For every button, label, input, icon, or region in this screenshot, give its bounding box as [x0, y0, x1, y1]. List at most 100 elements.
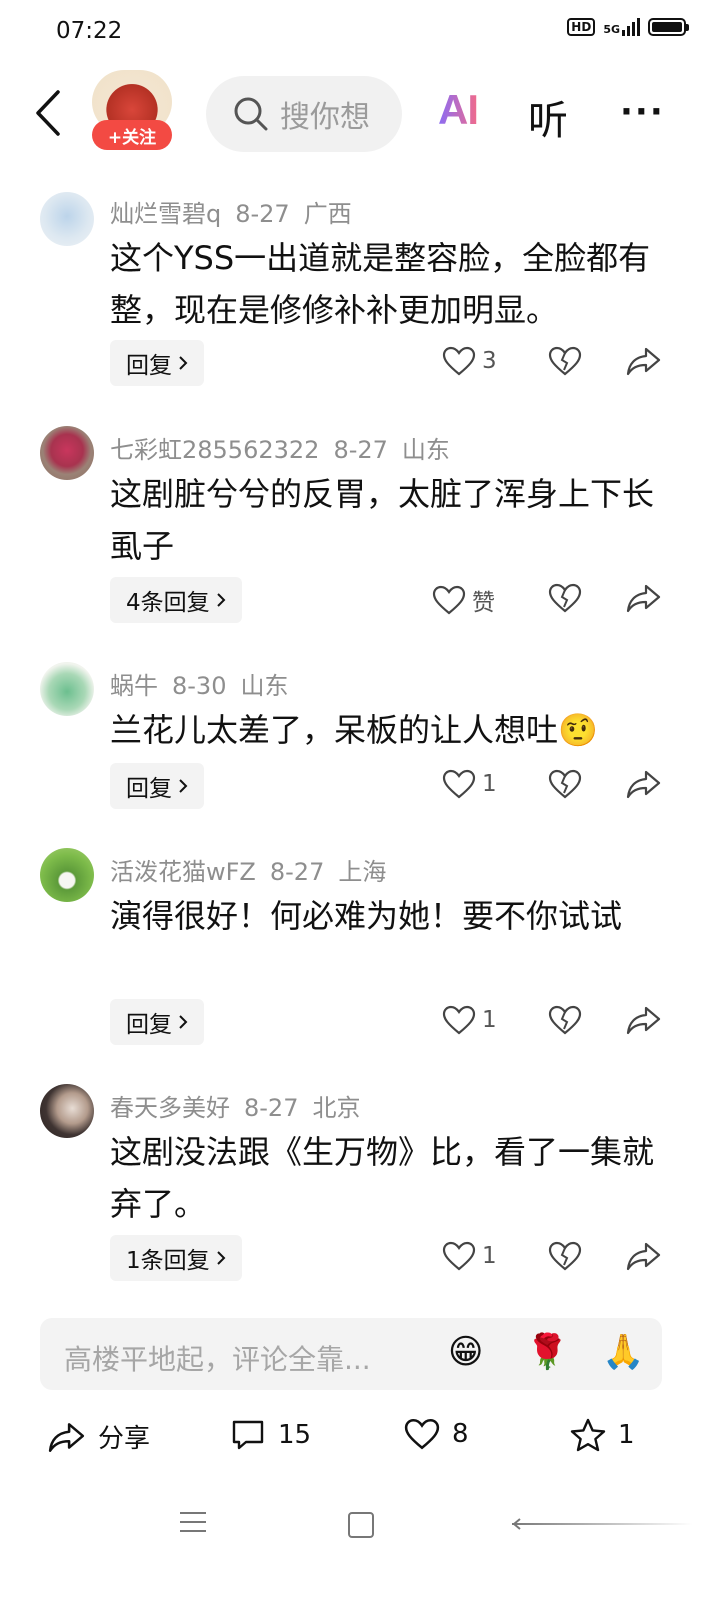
grin-emoji-button[interactable]: 😁 [448, 1332, 483, 1372]
comment-region: 北京 [312, 1094, 361, 1122]
status-time: 07:22 [56, 18, 123, 44]
username[interactable]: 春天多美好 [110, 1094, 230, 1122]
back-button[interactable] [34, 90, 64, 136]
comment-region: 上海 [338, 858, 387, 886]
comment-meta: 蜗牛 8-30 山东 [110, 666, 302, 701]
comment-region: 山东 [401, 436, 450, 464]
comment-meta: 活泼花猫wFZ 8-27 上海 [110, 852, 400, 887]
share-button[interactable] [626, 583, 662, 617]
avatar[interactable] [40, 192, 94, 246]
share-icon [626, 1006, 661, 1035]
search-box[interactable]: 搜你想 [206, 76, 402, 152]
avatar[interactable] [40, 662, 94, 716]
username[interactable]: 灿烂雪碧q [110, 200, 221, 228]
nav-home-button[interactable] [348, 1512, 374, 1538]
share-button[interactable] [626, 1005, 662, 1039]
heart-icon [442, 346, 476, 376]
comments-button[interactable]: 15 [230, 1418, 311, 1452]
reply-label: 4条回复 [126, 590, 210, 616]
listen-button[interactable]: 听 [528, 88, 568, 146]
hd-badge: HD [567, 18, 596, 36]
username[interactable]: 七彩虹285562322 [110, 436, 319, 464]
broken-heart-icon [548, 346, 582, 376]
comment-text: 这个YSS一出道就是整容脸，全脸都有整，现在是修修补补更加明显。 [110, 239, 651, 329]
star-icon [570, 1418, 606, 1452]
comment-date: 8-27 [244, 1094, 299, 1122]
comment-actions: 赞 [420, 577, 680, 623]
like-count: 赞 [472, 590, 495, 616]
heart-icon [442, 1005, 476, 1035]
share-icon [626, 1242, 661, 1271]
comment-icon [232, 1420, 264, 1450]
username[interactable]: 活泼花猫wFZ [110, 858, 256, 886]
like-button[interactable]: 赞 [432, 583, 495, 617]
comment-region: 山东 [240, 672, 289, 700]
chevron-right-icon [179, 779, 188, 793]
like-count: 1 [482, 1243, 497, 1269]
chevron-right-icon [216, 1251, 226, 1265]
dislike-button[interactable] [548, 346, 582, 380]
bottom-action-bar: 分享 15 8 1 [0, 1408, 720, 1468]
heart-icon [442, 769, 476, 799]
reply-button[interactable]: 4条回复 [110, 577, 242, 623]
share-button[interactable] [626, 769, 662, 803]
dislike-button[interactable] [548, 1241, 582, 1275]
chevron-right-icon [216, 593, 226, 607]
like-button[interactable]: 1 [442, 1005, 497, 1035]
comment-input-placeholder: 高楼平地起，评论全靠... [64, 1343, 371, 1376]
like-count: 1 [482, 1007, 497, 1033]
share-label: 分享 [98, 1424, 151, 1454]
chevron-right-icon [179, 356, 188, 370]
share-button[interactable] [626, 346, 662, 380]
search-placeholder: 搜你想 [280, 100, 370, 135]
favorite-button[interactable]: 1 [570, 1418, 635, 1452]
comment-date: 8-27 [333, 436, 388, 464]
ai-button[interactable]: AI [438, 86, 479, 134]
comment-meta: 七彩虹285562322 8-27 山东 [110, 430, 464, 465]
comment-region: 广西 [303, 200, 352, 228]
comments-count: 15 [278, 1420, 312, 1450]
reply-button[interactable]: 1条回复 [110, 1235, 242, 1281]
search-icon [234, 97, 268, 131]
dislike-button[interactable] [548, 769, 582, 803]
follow-button[interactable]: +关注 [92, 120, 172, 150]
status-icons: HD 5G [567, 18, 689, 36]
broken-heart-icon [548, 769, 582, 799]
comment-text: 这剧没法跟《生万物》比，看了一集就弃了。 [110, 1133, 655, 1223]
likes-count: 8 [452, 1419, 469, 1449]
avatar[interactable] [40, 426, 94, 480]
like-count: 3 [482, 348, 497, 374]
reply-button[interactable]: 回复 [110, 763, 204, 809]
comment-meta: 春天多美好 8-27 北京 [110, 1088, 374, 1123]
like-button[interactable]: 1 [442, 769, 497, 799]
share-icon [626, 584, 661, 613]
signal-icon: 5G [603, 18, 640, 36]
like-article-button[interactable]: 8 [404, 1418, 469, 1450]
broken-heart-icon [548, 583, 582, 613]
share-article-button[interactable]: 分享 [48, 1418, 150, 1455]
comment-text: 这剧脏兮兮的反胃，太脏了浑身上下长虱子 [110, 475, 655, 565]
reply-label: 回复 [126, 353, 172, 379]
avatar[interactable] [40, 848, 94, 902]
comment-meta: 灿烂雪碧q 8-27 广西 [110, 194, 366, 229]
reply-label: 回复 [126, 776, 172, 802]
nav-back-button[interactable] [512, 1518, 692, 1530]
comment-input[interactable]: 高楼平地起，评论全靠... 😁 🌹 🙏 [40, 1318, 662, 1390]
pray-emoji-button[interactable]: 🙏 [602, 1332, 644, 1372]
share-button[interactable] [626, 1241, 662, 1275]
comment-date: 8-27 [235, 200, 290, 228]
reply-button[interactable]: 回复 [110, 340, 204, 386]
like-count: 1 [482, 771, 497, 797]
more-button[interactable]: ··· [620, 92, 665, 132]
like-button[interactable]: 3 [442, 346, 497, 376]
nav-menu-button[interactable] [180, 1512, 206, 1539]
heart-icon [404, 1418, 440, 1450]
dislike-button[interactable] [548, 583, 582, 617]
rose-emoji-button[interactable]: 🌹 [526, 1332, 568, 1372]
comment-actions: 1 [420, 763, 680, 809]
reply-button[interactable]: 回复 [110, 999, 204, 1045]
dislike-button[interactable] [548, 1005, 582, 1039]
avatar[interactable] [40, 1084, 94, 1138]
like-button[interactable]: 1 [442, 1241, 497, 1271]
username[interactable]: 蜗牛 [110, 672, 158, 700]
